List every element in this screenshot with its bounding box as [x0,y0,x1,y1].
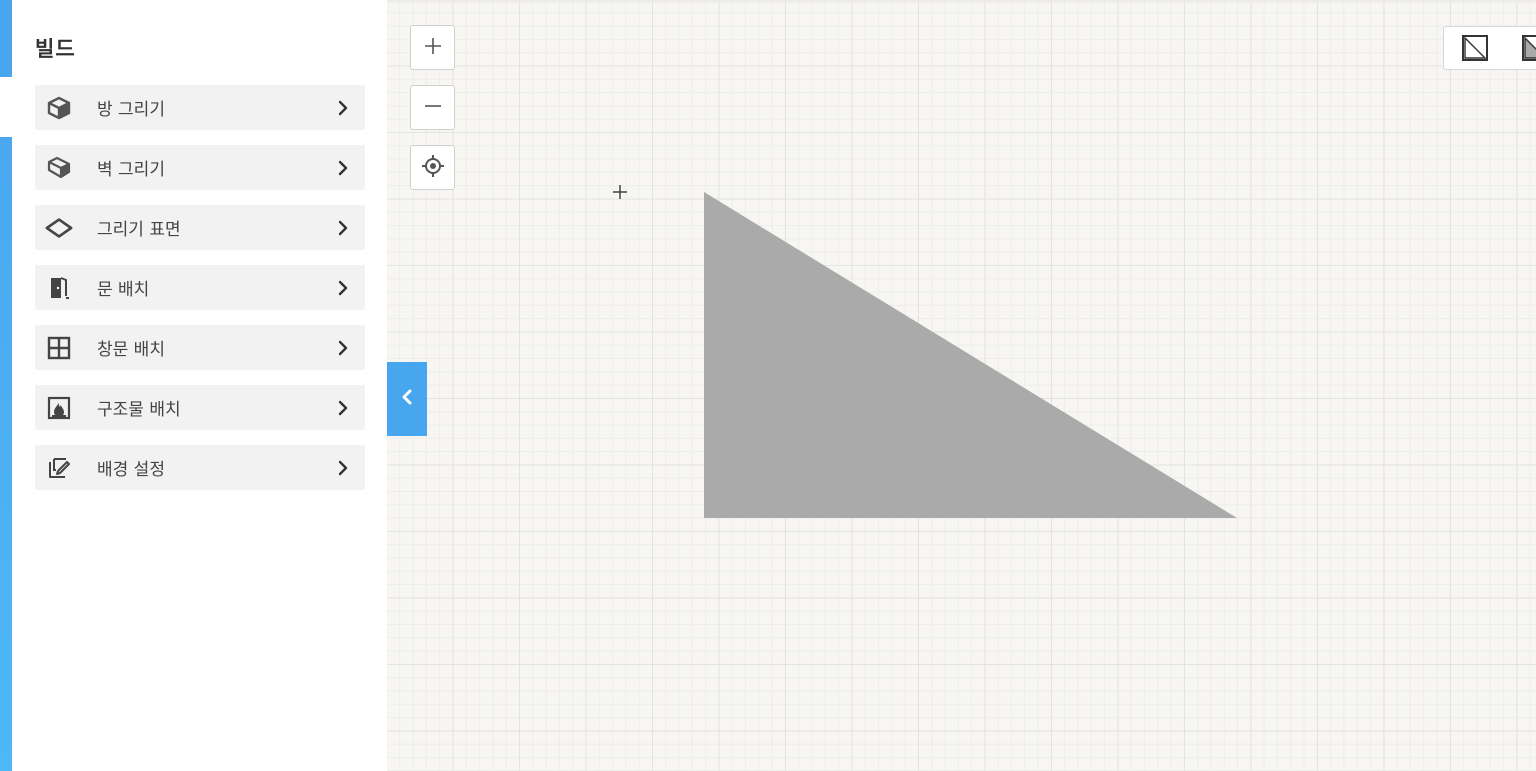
shaded-view-icon[interactable] [1522,35,1536,61]
view-toolbar [1443,26,1536,70]
zoom-in-icon [423,36,443,60]
center-view-button[interactable] [410,145,455,190]
crosshair-cursor-icon [612,184,628,200]
zoom-in-button[interactable] [410,25,455,70]
collapse-sidebar-button[interactable] [387,362,427,436]
zoom-out-icon [423,96,443,120]
plan-view-icon[interactable] [1462,35,1488,61]
floor-planner-app: 빌드 방 그리기 벽 그리기 그리기 표면 문 배치 창문 배치 구조물 배치 … [0,0,1536,771]
room-shape[interactable] [704,192,1237,518]
zoom-out-button[interactable] [410,85,455,130]
chevron-left-icon [399,386,415,412]
locate-icon [420,153,446,183]
floor-shape-layer [704,192,1237,518]
